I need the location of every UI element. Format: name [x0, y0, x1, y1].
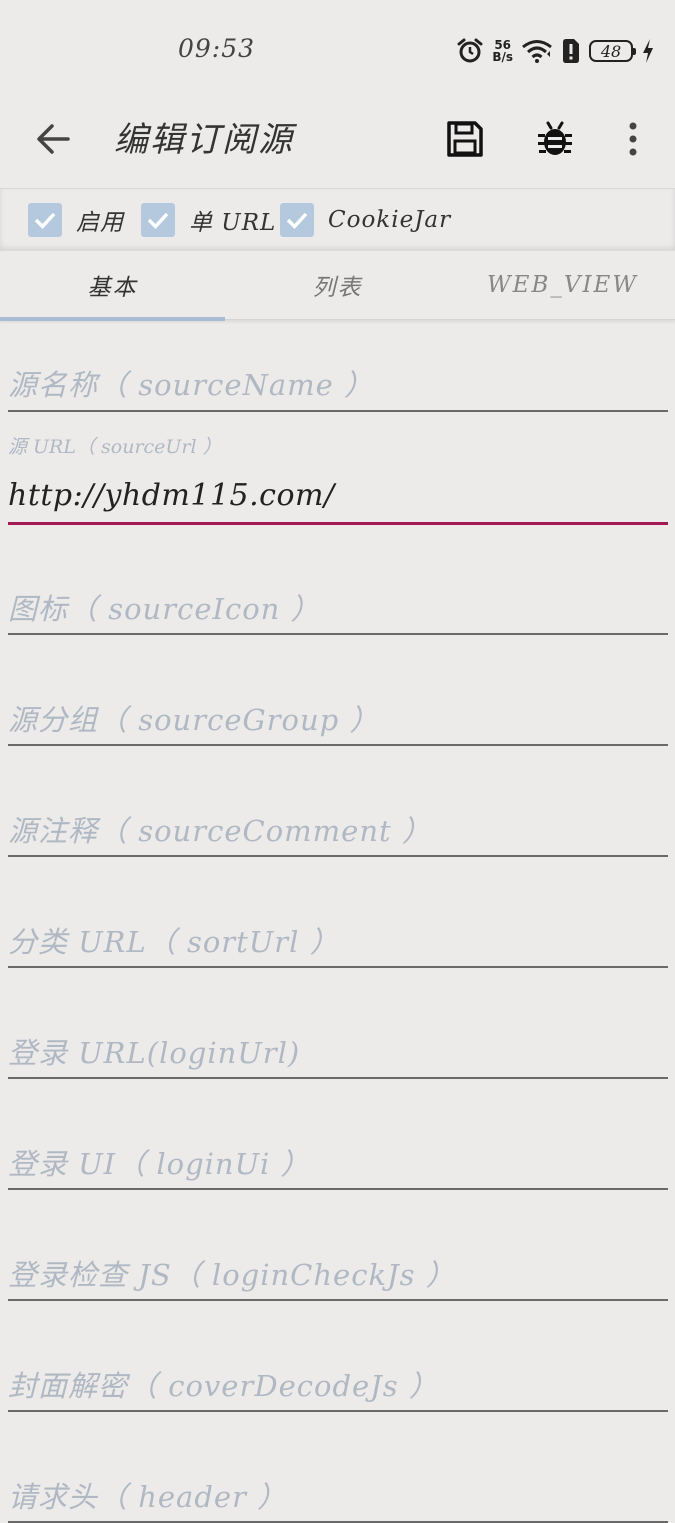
source-url-field[interactable]: 源 URL（ sourceUrl ） http://yhdm115.com/ [8, 432, 668, 525]
tab-web-view[interactable]: WEB_VIEW [450, 251, 675, 319]
tab-indicator [0, 317, 225, 321]
cookiejar-label: CookieJar [328, 207, 452, 233]
sim-alert-icon [561, 38, 581, 64]
login-check-js-field[interactable]: 登录检查 JS（ loginCheckJs ） [8, 1242, 668, 1301]
cookiejar-checkbox[interactable]: CookieJar [280, 203, 451, 237]
tab-basic[interactable]: 基本 [0, 251, 225, 319]
more-options-button[interactable] [610, 116, 656, 162]
alarm-icon [456, 37, 484, 65]
login-check-js-hint: 登录检查 JS（ loginCheckJs ） [8, 1258, 456, 1292]
source-url-label: 源 URL（ sourceUrl ） [8, 436, 222, 458]
tab-bar: 基本 列表 WEB_VIEW [0, 250, 675, 321]
bug-icon [538, 121, 572, 155]
toolbar: 编辑订阅源 [0, 92, 675, 188]
source-url-value: http://yhdm115.com/ [8, 478, 335, 513]
save-button[interactable] [442, 116, 488, 162]
sort-url-hint: 分类 URL（ sortUrl ） [8, 925, 340, 959]
arrow-left-icon [37, 124, 70, 154]
source-comment-field[interactable]: 源注释（ sourceComment ） [8, 798, 668, 857]
source-comment-hint: 源注释（ sourceComment ） [8, 814, 432, 848]
header-hint: 请求头（ header ） [8, 1480, 288, 1514]
login-url-field[interactable]: 登录 URL(loginUrl) [8, 1020, 668, 1079]
cover-decode-js-hint: 封面解密（ coverDecodeJs ） [8, 1369, 439, 1403]
options-row: 启用 单 URL CookieJar [0, 188, 675, 251]
save-icon [447, 121, 483, 157]
checkbox-checked-icon [280, 203, 314, 237]
single-url-label: 单 URL [189, 210, 277, 236]
charging-icon [641, 38, 655, 64]
battery-indicator: 48 [589, 40, 636, 62]
checkbox-checked-icon [141, 203, 175, 237]
header-field[interactable]: 请求头（ header ） [8, 1464, 668, 1523]
login-url-hint: 登录 URL(loginUrl) [8, 1036, 301, 1070]
network-speed-unit: B/s [492, 50, 513, 64]
enable-checkbox[interactable]: 启用 [28, 203, 124, 237]
sort-url-field[interactable]: 分类 URL（ sortUrl ） [8, 909, 668, 968]
back-button[interactable] [30, 116, 76, 162]
login-ui-field[interactable]: 登录 UI（ loginUi ） [8, 1131, 668, 1190]
source-name-hint: 源名称（ sourceName ） [8, 368, 375, 402]
status-icons: 56 B/s 48 [456, 34, 655, 68]
source-name-field[interactable]: 源名称（ sourceName ） [8, 352, 668, 412]
source-group-field[interactable]: 源分组（ sourceGroup ） [8, 687, 668, 746]
enable-label: 启用 [76, 210, 124, 236]
checkbox-checked-icon [28, 203, 62, 237]
source-group-hint: 源分组（ sourceGroup ） [8, 703, 380, 737]
cover-decode-js-field[interactable]: 封面解密（ coverDecodeJs ） [8, 1353, 668, 1412]
source-icon-hint: 图标（ sourceIcon ） [8, 592, 321, 626]
status-bar: 09:53 56 B/s 48 [0, 0, 675, 92]
login-ui-hint: 登录 UI（ loginUi ） [8, 1147, 311, 1181]
more-vert-icon [629, 122, 637, 156]
tab-list[interactable]: 列表 [225, 251, 450, 319]
wifi-icon [521, 38, 553, 64]
debug-button[interactable] [532, 116, 578, 162]
status-time: 09:53 [178, 34, 256, 63]
page-title: 编辑订阅源 [114, 120, 294, 160]
network-speed: 56 B/s [492, 39, 513, 63]
single-url-checkbox[interactable]: 单 URL [141, 203, 276, 237]
source-icon-field[interactable]: 图标（ sourceIcon ） [8, 576, 668, 635]
